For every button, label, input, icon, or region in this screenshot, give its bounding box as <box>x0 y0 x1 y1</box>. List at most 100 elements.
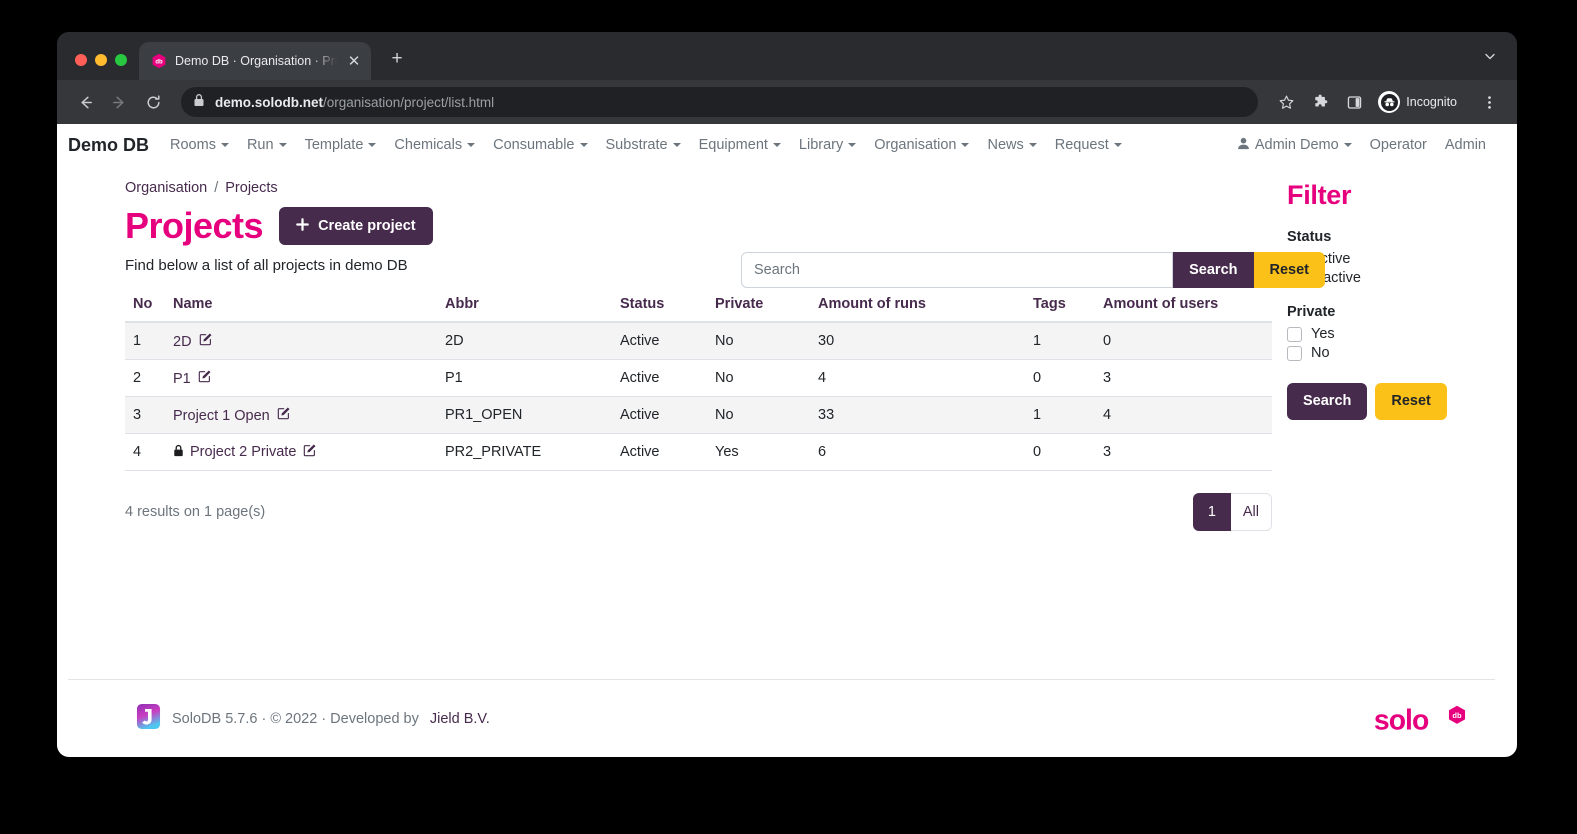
col-header-users[interactable]: Amount of users <box>1095 290 1272 323</box>
side-panel-icon[interactable] <box>1340 88 1368 116</box>
col-header-status[interactable]: Status <box>612 290 707 323</box>
checkbox-icon[interactable] <box>1287 326 1302 342</box>
nav-user-label: Admin Demo <box>1254 137 1339 153</box>
nav-item-library[interactable]: Library <box>790 133 865 157</box>
filter-option-label: Yes <box>1311 326 1335 342</box>
main-column: Organisation / Projects Projects Create … <box>68 166 1272 531</box>
results-count-text: 4 results on 1 page(s) <box>125 503 266 520</box>
breadcrumb-current[interactable]: Projects <box>225 180 277 196</box>
col-header-runs[interactable]: Amount of runs <box>810 290 1025 323</box>
create-project-button[interactable]: Create project <box>279 206 433 246</box>
table-row[interactable]: 4 Project 2 Private PR2_PRIVATE Active Y… <box>125 433 1272 471</box>
search-reset-button[interactable]: Reset <box>1253 252 1325 288</box>
table-row[interactable]: 3 Project 1 Open PR1_OPEN Active No 33 1… <box>125 396 1272 434</box>
project-link[interactable]: Project 1 Open <box>173 408 270 424</box>
chevron-down-icon <box>1028 143 1037 147</box>
nav-label: Equipment <box>698 137 768 153</box>
cell-private: Yes <box>707 433 810 471</box>
reload-icon[interactable] <box>139 88 167 116</box>
chevron-down-icon[interactable] <box>1483 49 1517 80</box>
puzzle-piece-icon[interactable] <box>1306 88 1334 116</box>
star-icon[interactable] <box>1272 88 1300 116</box>
footer-link-jield[interactable]: Jield B.V. <box>430 711 490 727</box>
nav-item-run[interactable]: Run <box>238 133 296 157</box>
pen-to-square-icon[interactable] <box>277 406 291 424</box>
filter-option-yes[interactable]: Yes <box>1287 326 1495 342</box>
maximize-window-button[interactable] <box>115 54 127 66</box>
cell-name: P1 <box>165 359 437 397</box>
project-link[interactable]: 2D <box>173 334 192 350</box>
nav-item-operator[interactable]: Operator <box>1361 133 1436 157</box>
pagination: 1 All <box>1192 492 1272 531</box>
projects-table: No Name Abbr Status Private Amount of ru… <box>125 290 1272 471</box>
cell-status: Active <box>612 433 707 471</box>
nav-item-rooms[interactable]: Rooms <box>161 133 238 157</box>
cell-abbr: P1 <box>437 359 612 397</box>
search-input[interactable] <box>741 252 1174 288</box>
project-link[interactable]: P1 <box>173 371 191 387</box>
nav-item-equipment[interactable]: Equipment <box>690 133 790 157</box>
table-row[interactable]: 1 2D 2D Active No 30 1 0 <box>125 321 1272 360</box>
close-window-button[interactable] <box>75 54 87 66</box>
pen-to-square-icon[interactable] <box>303 443 317 461</box>
cell-status: Active <box>612 396 707 434</box>
nav-label: Consumable <box>493 137 575 153</box>
filter-reset-button[interactable]: Reset <box>1375 383 1447 420</box>
forward-arrow-icon[interactable] <box>105 88 133 116</box>
chevron-down-icon <box>1113 143 1122 147</box>
nav-item-organisation[interactable]: Organisation <box>865 133 978 157</box>
project-link[interactable]: Project 2 Private <box>173 444 296 461</box>
projects-table-body: 1 2D 2D Active No 30 1 0 2 P1 P1 Active … <box>125 321 1272 471</box>
nav-item-request[interactable]: Request <box>1046 133 1131 157</box>
cell-no: 3 <box>125 396 165 434</box>
close-icon[interactable]: ✕ <box>345 54 363 69</box>
filter-option-no[interactable]: No <box>1287 345 1495 361</box>
nav-item-user[interactable]: Admin Demo <box>1228 133 1361 158</box>
address-bar[interactable]: demo.solodb.net/organisation/project/lis… <box>181 87 1259 117</box>
chevron-down-icon <box>368 143 377 147</box>
breadcrumb-parent[interactable]: Organisation <box>125 180 207 196</box>
new-tab-button[interactable]: + <box>385 49 409 68</box>
page-button-1[interactable]: 1 <box>1192 492 1231 531</box>
three-dot-menu-icon[interactable] <box>1475 88 1503 116</box>
content-columns: Organisation / Projects Projects Create … <box>68 166 1495 531</box>
pen-to-square-icon[interactable] <box>198 369 212 387</box>
project-name: Project 1 Open <box>173 407 270 424</box>
col-header-abbr[interactable]: Abbr <box>437 290 612 323</box>
col-header-tags[interactable]: Tags <box>1025 290 1095 323</box>
cell-tags: 0 <box>1025 359 1095 397</box>
browser-tab[interactable]: db Demo DB · Organisation · Proje ✕ <box>139 42 371 80</box>
col-header-name[interactable]: Name <box>165 290 437 323</box>
nav-item-consumable[interactable]: Consumable <box>484 133 596 157</box>
nav-label: Substrate <box>605 137 668 153</box>
filter-search-button[interactable]: Search <box>1287 383 1368 420</box>
back-arrow-icon[interactable] <box>71 88 99 116</box>
cell-status: Active <box>612 321 707 360</box>
minimize-window-button[interactable] <box>95 54 107 66</box>
col-header-private[interactable]: Private <box>707 290 810 323</box>
col-header-no[interactable]: No <box>125 290 165 323</box>
cell-runs: 6 <box>810 433 1025 471</box>
checkbox-icon[interactable] <box>1287 345 1302 361</box>
chevron-down-icon <box>278 143 287 147</box>
cell-private: No <box>707 359 810 397</box>
pen-to-square-icon[interactable] <box>199 332 213 350</box>
lock-icon <box>193 93 205 112</box>
nav-item-chemicals[interactable]: Chemicals <box>385 133 484 157</box>
nav-item-template[interactable]: Template <box>296 133 386 157</box>
page-button-all[interactable]: All <box>1230 492 1272 531</box>
chevron-down-icon <box>220 143 229 147</box>
profile-incognito-button[interactable]: Incognito <box>1374 88 1469 116</box>
solo-db-logo: solo db <box>1373 702 1473 736</box>
nav-item-news[interactable]: News <box>978 133 1045 157</box>
site-brand[interactable]: Demo DB <box>68 135 149 156</box>
nav-item-admin[interactable]: Admin <box>1436 133 1495 157</box>
projects-table-head: No Name Abbr Status Private Amount of ru… <box>125 290 1272 323</box>
table-row[interactable]: 2 P1 P1 Active No 4 0 3 <box>125 359 1272 397</box>
breadcrumb: Organisation / Projects <box>125 166 1272 206</box>
url-host: demo.solodb.net <box>215 94 323 110</box>
filter-panel: Filter Status Active Inactive Private Ye… <box>1272 166 1495 531</box>
nav-item-substrate[interactable]: Substrate <box>597 133 690 157</box>
window-traffic-lights[interactable] <box>57 54 139 80</box>
search-submit-button[interactable]: Search <box>1173 252 1254 288</box>
